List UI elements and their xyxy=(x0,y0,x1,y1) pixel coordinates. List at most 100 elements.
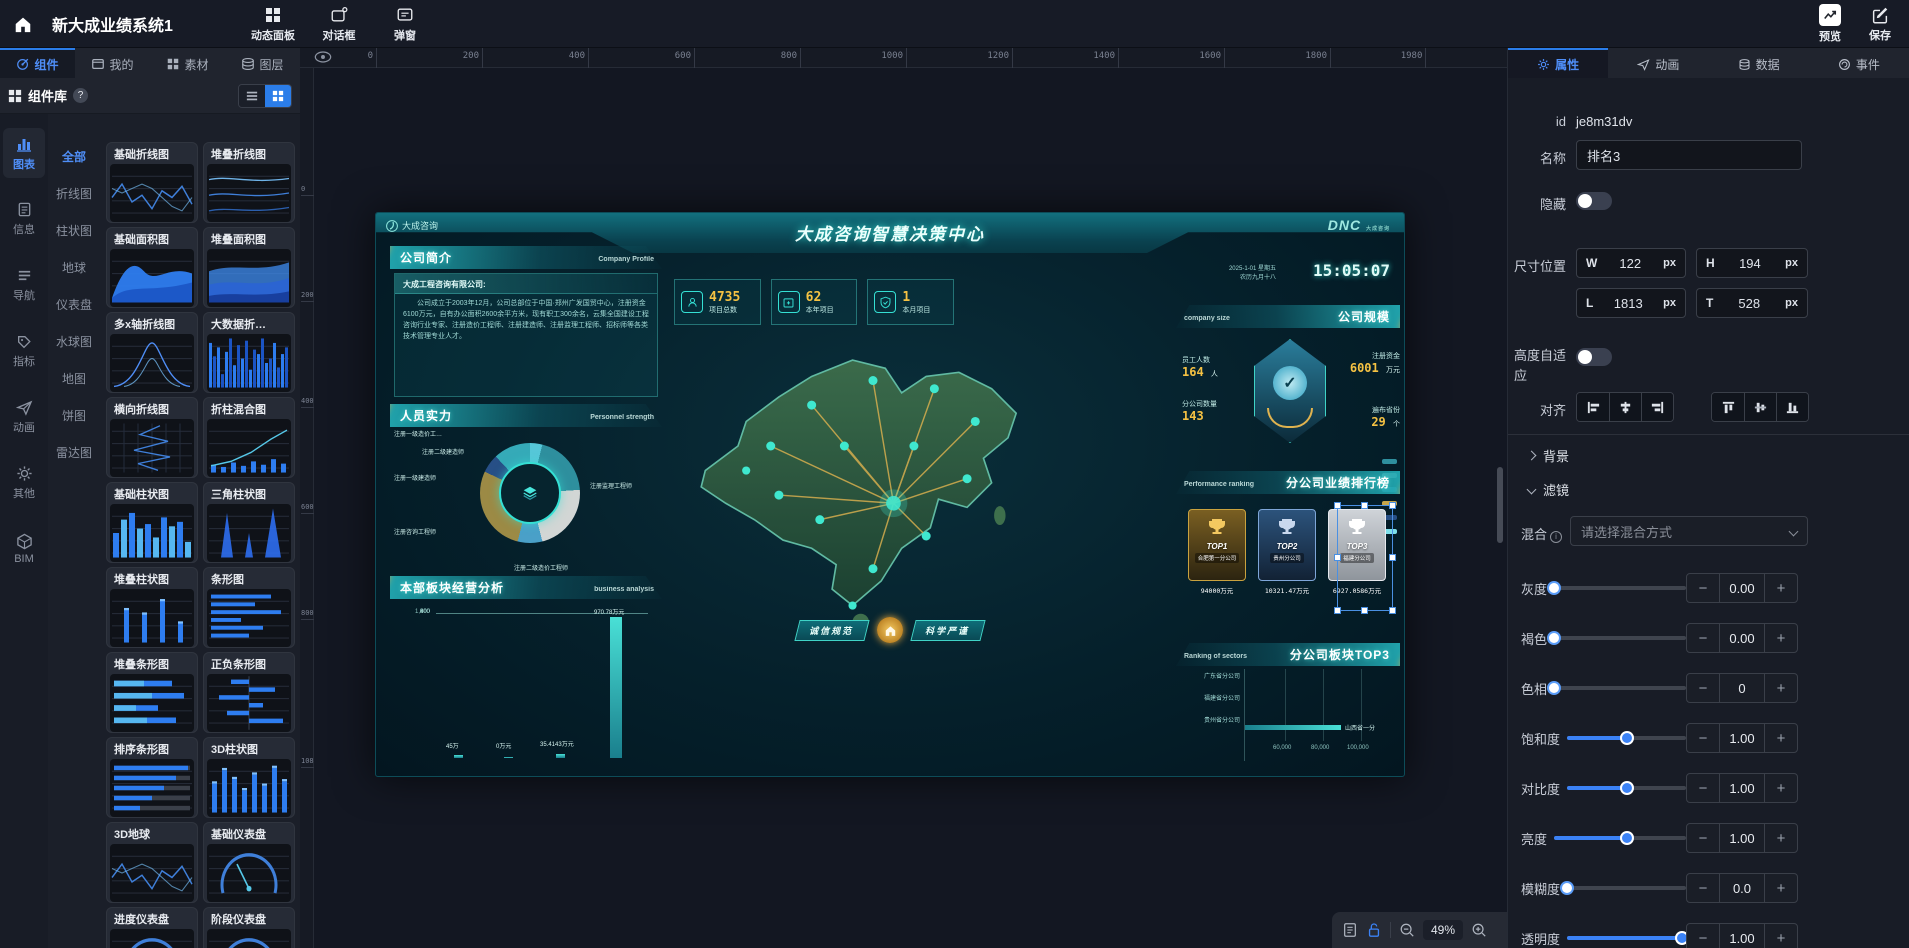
page-list-icon[interactable] xyxy=(1342,922,1358,938)
align-middle-button[interactable] xyxy=(1744,393,1776,421)
slider-track[interactable] xyxy=(1554,636,1686,640)
component-card[interactable]: 排序条形图 xyxy=(106,737,198,818)
slider-track[interactable] xyxy=(1554,586,1686,590)
subcategory-item[interactable]: 全部 xyxy=(48,138,100,175)
component-card[interactable]: 堆叠面积图 xyxy=(203,227,295,308)
subcategory-item[interactable]: 折线图 xyxy=(48,175,100,212)
topbar-action-button[interactable]: 保存 xyxy=(1869,5,1891,43)
decrease-button[interactable]: − xyxy=(1687,574,1719,602)
selection-box[interactable] xyxy=(1337,505,1393,611)
china-map[interactable] xyxy=(648,321,1098,661)
company-profile-panel[interactable]: 大成工程咨询有限公司: 公司成立于2003年12月，公司总部位于中国·郑州广发国… xyxy=(394,273,658,397)
section-performance-ranking[interactable]: 分公司业绩排行榜 Performance ranking xyxy=(1176,471,1400,494)
help-icon[interactable]: ? xyxy=(73,88,88,103)
zoom-level[interactable]: 49% xyxy=(1423,920,1463,940)
slider-knob[interactable] xyxy=(1547,631,1561,645)
align-right-button[interactable] xyxy=(1641,393,1673,421)
category-item[interactable]: BIM xyxy=(3,524,45,574)
component-card[interactable]: 堆叠柱状图 xyxy=(106,567,198,648)
topbar-action-button[interactable]: 预览 xyxy=(1819,4,1841,44)
slider-knob[interactable] xyxy=(1620,731,1634,745)
panel-tab[interactable]: 我的 xyxy=(75,48,150,78)
sector-bar-chart[interactable]: 山西省一分 60,000 80,000 100,000 xyxy=(1244,669,1396,761)
zoom-in-icon[interactable] xyxy=(1471,922,1487,938)
align-top-button[interactable] xyxy=(1712,393,1744,421)
inspector-tab[interactable]: 数据 xyxy=(1709,48,1809,78)
decrease-button[interactable]: − xyxy=(1687,874,1719,902)
slider-track[interactable] xyxy=(1567,936,1686,940)
subcategory-item[interactable]: 水球图 xyxy=(48,323,100,360)
component-card[interactable]: 3D柱状图 xyxy=(203,737,295,818)
component-card[interactable]: 折柱混合图 xyxy=(203,397,295,478)
auto-height-toggle[interactable] xyxy=(1576,348,1612,366)
slider-track[interactable] xyxy=(1567,736,1686,740)
height-input[interactable]: H194px xyxy=(1696,248,1808,278)
component-card[interactable]: 基础折线图 xyxy=(106,142,198,223)
inspector-tab[interactable]: 动画 xyxy=(1608,48,1708,78)
slider-knob[interactable] xyxy=(1620,831,1634,845)
zoom-out-icon[interactable] xyxy=(1399,922,1415,938)
home-button[interactable] xyxy=(0,0,46,48)
category-item[interactable]: 图表 xyxy=(3,128,45,178)
component-card[interactable]: 堆叠条形图 xyxy=(106,652,198,733)
panel-tab[interactable]: 素材 xyxy=(150,48,225,78)
component-card[interactable]: 进度仪表盘 xyxy=(106,907,198,948)
component-card[interactable]: 3D地球 xyxy=(106,822,198,903)
slider-track[interactable] xyxy=(1554,686,1686,690)
width-input[interactable]: W122px xyxy=(1576,248,1686,278)
personnel-donut-chart[interactable]: 注册二级建造师 注册一级建造师 注册咨询工程师 注册二级造价工程师 注册监理工程… xyxy=(394,429,654,575)
increase-button[interactable]: + xyxy=(1765,874,1797,902)
component-card[interactable]: 三角柱状图 xyxy=(203,482,295,563)
increase-button[interactable]: + xyxy=(1765,574,1797,602)
component-card[interactable]: 条形图 xyxy=(203,567,295,648)
filter-section[interactable]: 滤镜 xyxy=(1528,480,1569,499)
increase-button[interactable]: + xyxy=(1765,774,1797,802)
subcategory-item[interactable]: 柱状图 xyxy=(48,212,100,249)
component-card[interactable]: 基础柱状图 xyxy=(106,482,198,563)
decrease-button[interactable]: − xyxy=(1687,724,1719,752)
topbar-tool-button[interactable]: 弹窗 xyxy=(374,4,436,43)
name-input[interactable]: 排名3 xyxy=(1576,140,1802,170)
blend-select[interactable]: 请选择混合方式 xyxy=(1570,516,1808,546)
slider-track[interactable] xyxy=(1567,786,1686,790)
category-item[interactable]: 导航 xyxy=(3,260,45,310)
section-company-size[interactable]: 公司规模 company size xyxy=(1176,305,1400,328)
subcategory-item[interactable]: 地球 xyxy=(48,249,100,286)
subcategory-item[interactable]: 饼图 xyxy=(48,397,100,434)
increase-button[interactable]: + xyxy=(1765,824,1797,852)
topbar-tool-button[interactable]: 动态面板 xyxy=(242,4,304,43)
grid-view-button[interactable] xyxy=(265,85,291,107)
component-card[interactable]: 横向折线图 xyxy=(106,397,198,478)
inspector-tab[interactable]: 属性 xyxy=(1508,48,1608,78)
slider-knob[interactable] xyxy=(1547,681,1561,695)
eye-icon[interactable] xyxy=(314,50,332,66)
top-input[interactable]: T528px xyxy=(1696,288,1808,318)
list-view-button[interactable] xyxy=(239,85,265,107)
inspector-tab[interactable]: 事件 xyxy=(1809,48,1909,78)
component-card[interactable]: 多x轴折线图 xyxy=(106,312,198,393)
section-business[interactable]: 本部板块经营分析 business analysis xyxy=(390,576,662,599)
topbar-tool-button[interactable]: 对话框 xyxy=(308,4,370,43)
decrease-button[interactable]: − xyxy=(1687,824,1719,852)
align-left-button[interactable] xyxy=(1577,393,1609,421)
decrease-button[interactable]: − xyxy=(1687,924,1719,948)
section-sector-ranking[interactable]: 分公司板块TOP3 Ranking of sectors xyxy=(1176,643,1400,666)
decrease-button[interactable]: − xyxy=(1687,624,1719,652)
slider-knob[interactable] xyxy=(1547,581,1561,595)
section-company-profile[interactable]: 公司简介 Company Profile xyxy=(390,246,662,269)
category-item[interactable]: 其他 xyxy=(3,458,45,508)
subcategory-item[interactable]: 雷达图 xyxy=(48,434,100,471)
slider-track[interactable] xyxy=(1567,886,1686,890)
component-card[interactable]: 基础面积图 xyxy=(106,227,198,308)
section-personnel[interactable]: 人员实力 Personnel strength xyxy=(390,404,662,427)
left-input[interactable]: L1813px xyxy=(1576,288,1686,318)
panel-tab[interactable]: 图层 xyxy=(225,48,300,78)
unlock-icon[interactable] xyxy=(1366,922,1382,938)
canvas-scrollbar[interactable] xyxy=(1497,467,1503,543)
slider-knob[interactable] xyxy=(1560,881,1574,895)
increase-button[interactable]: + xyxy=(1765,724,1797,752)
component-card[interactable]: 基础仪表盘 xyxy=(203,822,295,903)
increase-button[interactable]: + xyxy=(1765,924,1797,948)
category-item[interactable]: 信息 xyxy=(3,194,45,244)
category-item[interactable]: 动画 xyxy=(3,392,45,442)
